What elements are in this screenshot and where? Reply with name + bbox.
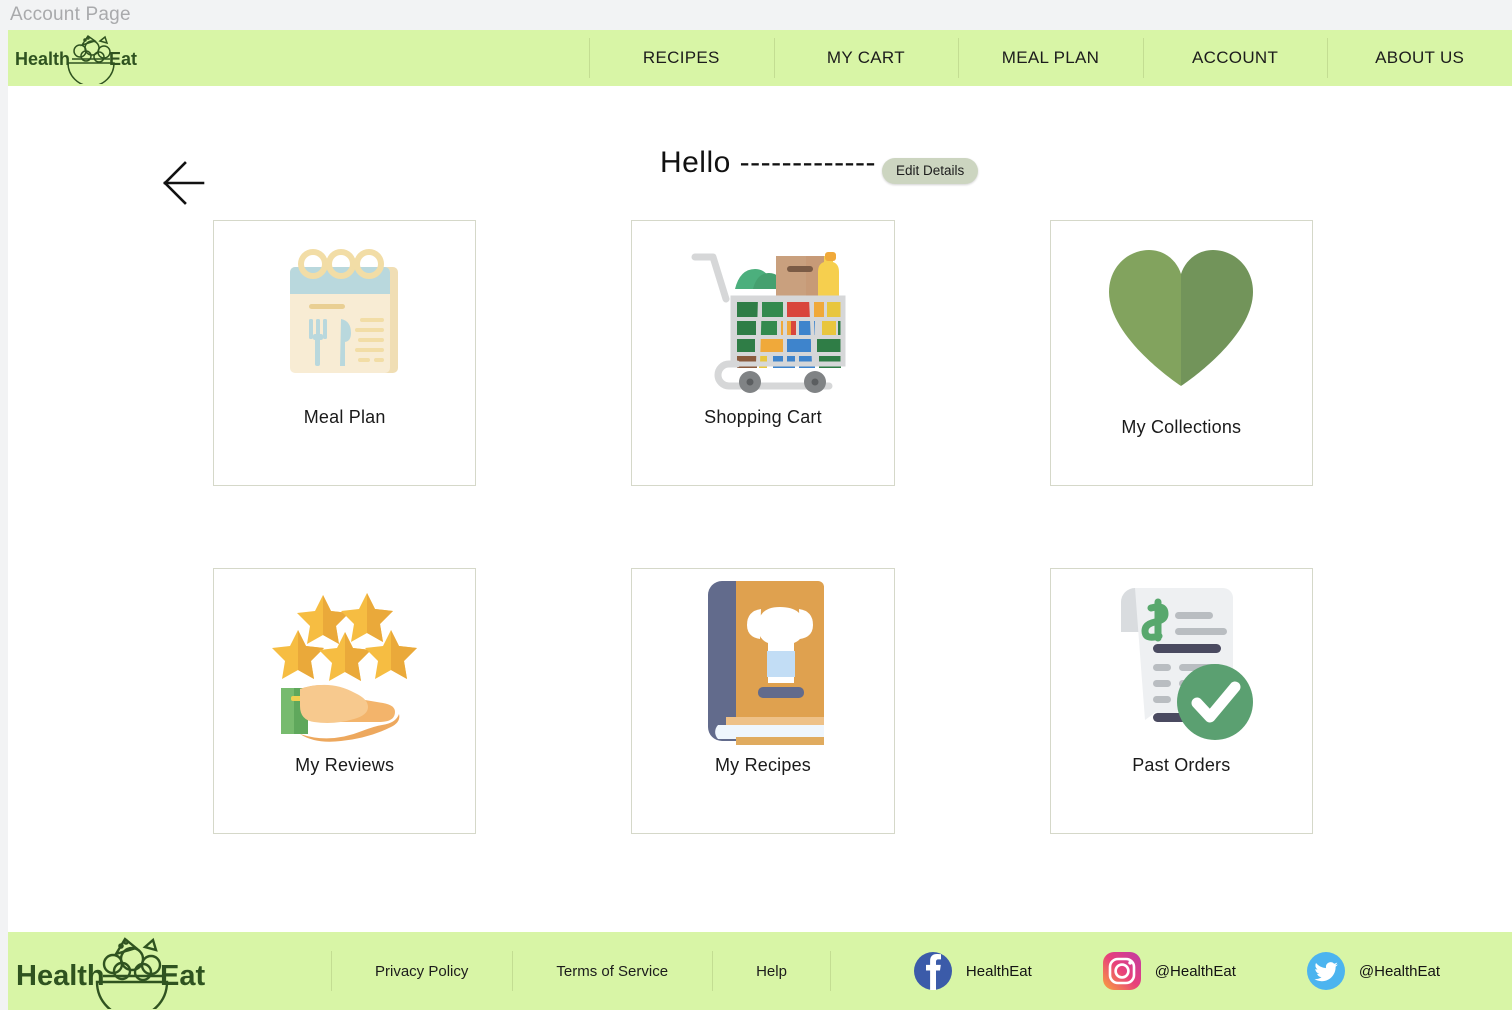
card-icon-wrap: [214, 569, 475, 755]
card-my-reviews[interactable]: My Reviews: [213, 568, 477, 834]
nav-item-meal-plan[interactable]: MEAL PLAN: [958, 30, 1143, 86]
card-my-recipes[interactable]: My Recipes: [631, 568, 895, 834]
heart-icon: [1109, 250, 1254, 386]
social-link-twitter[interactable]: @HealthEat: [1306, 951, 1440, 991]
left-arrow-icon: [163, 161, 205, 205]
card-icon-wrap: [1051, 221, 1312, 417]
salad-bowl-icon: Health Eat: [16, 937, 205, 1009]
card-meal-plan[interactable]: Meal Plan: [213, 220, 477, 486]
edit-details-button[interactable]: Edit Details: [882, 158, 979, 184]
nav-label: RECIPES: [642, 48, 720, 67]
grid-row: Meal Plan Shopping Cart My Collections: [213, 220, 1313, 486]
window-title-text: Account Page: [10, 4, 131, 25]
card-label: Shopping Cart: [704, 407, 822, 427]
nav-links: RECIPES MY CART MEAL PLAN ACCOUNT ABOUT …: [589, 30, 1512, 86]
footer-logo[interactable]: Health Eat: [14, 933, 219, 1009]
top-navigation-bar: Health Eat RECIPES MY CART MEAL PLAN ACC…: [8, 30, 1512, 86]
facebook-icon: [913, 952, 952, 990]
card-past-orders[interactable]: Past Orders: [1049, 568, 1313, 834]
social-links: HealthEat @HealthEat @HealthEat: [913, 951, 1440, 991]
logo-text-left: Health: [15, 49, 70, 69]
nav-item-account[interactable]: ACCOUNT: [1142, 30, 1328, 86]
page-canvas: Health Eat RECIPES MY CART MEAL PLAN ACC…: [8, 30, 1512, 1010]
card-icon-wrap: [1051, 569, 1312, 755]
calendar-meal-plan-icon: [289, 249, 398, 373]
nav-label: ACCOUNT: [1192, 48, 1279, 67]
social-handle: @HealthEat: [1358, 962, 1441, 980]
back-button[interactable]: [153, 155, 213, 211]
footer-link-help[interactable]: Help: [712, 947, 831, 995]
nav-label: MY CART: [826, 48, 905, 67]
footer-link-privacy-policy[interactable]: Privacy Policy: [331, 947, 512, 995]
social-handle: HealthEat: [965, 962, 1032, 980]
social-link-instagram[interactable]: @HealthEat: [1102, 951, 1236, 991]
nav-item-recipes[interactable]: RECIPES: [589, 30, 774, 86]
social-handle: @HealthEat: [1154, 962, 1236, 980]
instagram-icon: [1102, 952, 1141, 990]
grid-row: My Reviews My Recipes Past Orders: [213, 568, 1313, 834]
card-label: Meal Plan: [303, 407, 386, 427]
footer-link-label: Help: [756, 962, 787, 980]
shopping-cart-icon: [691, 252, 846, 393]
account-tiles-grid: Meal Plan Shopping Cart My Collections M…: [213, 220, 1313, 834]
salad-bowl-icon: Health Eat: [15, 34, 137, 84]
star-group: [271, 593, 417, 681]
social-link-facebook[interactable]: HealthEat: [913, 951, 1032, 991]
recipe-book-icon: [707, 581, 824, 745]
header-logo[interactable]: Health Eat: [14, 32, 148, 84]
stars-hand-icon: [271, 593, 417, 742]
card-icon-wrap: [632, 221, 893, 407]
card-label: My Reviews: [295, 755, 395, 775]
card-label: My Collections: [1121, 417, 1242, 437]
card-label: Past Orders: [1132, 755, 1231, 775]
nav-item-about-us[interactable]: ABOUT US: [1327, 30, 1512, 86]
card-icon-wrap: [632, 569, 893, 755]
nav-item-my-cart[interactable]: MY CART: [773, 30, 959, 86]
card-icon-wrap: [214, 221, 475, 407]
footer-link-label: Privacy Policy: [375, 962, 469, 980]
window-title-bar: Account Page: [0, 0, 1512, 30]
card-label: My Recipes: [714, 755, 811, 775]
nav-label: ABOUT US: [1375, 48, 1465, 67]
card-my-collections[interactable]: My Collections: [1049, 220, 1313, 486]
nav-label: MEAL PLAN: [1001, 48, 1100, 67]
footer-bar: Health Eat Privacy Policy Terms of Servi…: [8, 932, 1512, 1010]
footer-link-terms-of-service[interactable]: Terms of Service: [512, 947, 712, 995]
card-shopping-cart[interactable]: Shopping Cart: [631, 220, 895, 486]
twitter-icon: [1306, 952, 1345, 990]
footer-link-label: Terms of Service: [556, 962, 669, 980]
logo-text-left: Health: [16, 960, 105, 992]
receipt-check-icon: [1120, 587, 1253, 740]
footer-links: Privacy Policy Terms of Service Help: [331, 947, 831, 995]
